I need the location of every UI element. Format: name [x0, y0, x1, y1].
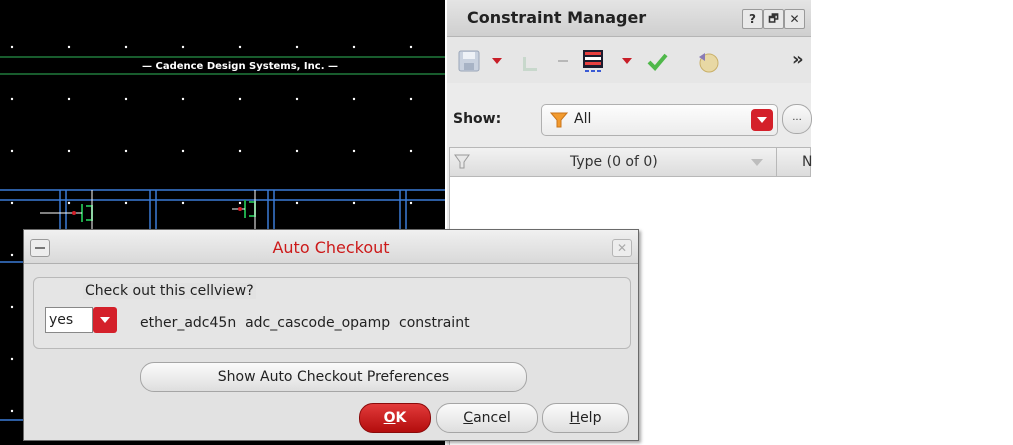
checkout-select[interactable]: yes [45, 307, 117, 333]
grid-dot [295, 45, 299, 49]
cancel-button[interactable]: Cancel [436, 403, 538, 433]
constraint-table-header: Type (0 of 0) N [449, 147, 812, 177]
dropdown-icon[interactable] [621, 57, 633, 65]
save-icon[interactable] [457, 49, 481, 73]
check-icon[interactable] [645, 49, 669, 73]
help-mnemonic: H [569, 410, 581, 426]
restore-icon[interactable]: 🗗 [763, 9, 784, 29]
more-options-button[interactable]: ... [782, 104, 812, 134]
grid-icon[interactable] [581, 48, 607, 74]
grid-dot [67, 45, 71, 49]
close-icon[interactable]: ✕ [784, 9, 805, 29]
grid-dot [10, 253, 14, 257]
show-dropdown-button[interactable] [751, 109, 773, 131]
cadence-banner: — Cadence Design Systems, Inc. — [142, 61, 338, 72]
column-divider [776, 148, 777, 176]
column-next[interactable]: N [802, 154, 812, 170]
sort-arrow-icon[interactable] [750, 158, 764, 168]
constraint-manager-toolbar: » [447, 37, 811, 83]
grid-dot [181, 149, 185, 153]
grid-dot [10, 45, 14, 49]
grid-dot [10, 409, 14, 413]
grid-dot [352, 201, 356, 205]
grid-dot [124, 201, 128, 205]
checkout-select-value: yes [45, 307, 93, 333]
dialog-titlebar[interactable]: Auto Checkout ✕ [24, 230, 638, 264]
grid-dot [67, 97, 71, 101]
grid-dot [295, 97, 299, 101]
help-rest: elp [580, 410, 602, 426]
ok-button[interactable]: OK [359, 403, 431, 433]
undo-icon[interactable] [693, 47, 721, 75]
filter-icon[interactable] [454, 154, 470, 170]
grid-dot [10, 357, 14, 361]
show-filter-value: All [574, 111, 592, 127]
ok-rest: K [395, 410, 407, 426]
grid-dot [238, 45, 242, 49]
show-filter-select[interactable]: All [541, 104, 778, 136]
show-preferences-button[interactable]: Show Auto Checkout Preferences [140, 362, 527, 392]
column-type[interactable]: Type (0 of 0) [570, 154, 658, 170]
filter-hierarchy-icon[interactable] [517, 49, 541, 73]
grid-dot [409, 97, 413, 101]
constraint-manager-title: Constraint Manager [467, 8, 647, 27]
help-button[interactable]: Help [542, 403, 629, 433]
dropdown-icon[interactable] [491, 57, 503, 65]
grid-dot [352, 149, 356, 153]
grid-dot [67, 149, 71, 153]
toolbar-overflow-icon[interactable]: » [792, 49, 804, 70]
chevron-down-icon [757, 117, 767, 123]
grid-dot [124, 45, 128, 49]
grid-dot [124, 97, 128, 101]
grid-dot [181, 201, 185, 205]
ok-mnemonic: O [383, 410, 396, 426]
grid-dot [238, 201, 242, 205]
grid-dot [295, 201, 299, 205]
grid-dot [352, 45, 356, 49]
grid-dot [124, 149, 128, 153]
grid-dot [67, 201, 71, 205]
dialog-title: Auto Checkout [272, 238, 390, 257]
grid-dot [10, 201, 14, 205]
constraint-manager-titlebar[interactable]: Constraint Manager ? 🗗 ✕ [447, 0, 811, 37]
close-icon[interactable]: ✕ [612, 239, 632, 257]
grid-dot [10, 305, 14, 309]
transistor-symbols [81, 200, 256, 222]
cancel-mnemonic: C [463, 410, 474, 426]
grid-dot [238, 97, 242, 101]
grid-dot [409, 45, 413, 49]
minus-icon[interactable] [555, 51, 571, 71]
grid-dot [238, 149, 242, 153]
grid-dot [409, 201, 413, 205]
schematic-pins [40, 190, 256, 230]
chevron-down-icon [100, 317, 110, 323]
grid-dot [352, 97, 356, 101]
grid-dot [181, 45, 185, 49]
show-label: Show: [453, 111, 502, 127]
cancel-rest: ancel [473, 410, 511, 426]
grid-dot [409, 149, 413, 153]
grid-dot [10, 149, 14, 153]
checkout-dropdown-button[interactable] [93, 307, 117, 333]
grid-dot [10, 97, 14, 101]
grid-dot [181, 97, 185, 101]
auto-checkout-dialog: Auto Checkout ✕ Check out this cellview?… [23, 229, 639, 441]
funnel-icon [550, 112, 568, 128]
help-icon[interactable]: ? [742, 9, 763, 29]
cellview-text: ether_adc45n adc_cascode_opamp constrain… [140, 315, 470, 331]
checkout-question: Check out this cellview? [83, 283, 256, 299]
grid-dot [295, 149, 299, 153]
